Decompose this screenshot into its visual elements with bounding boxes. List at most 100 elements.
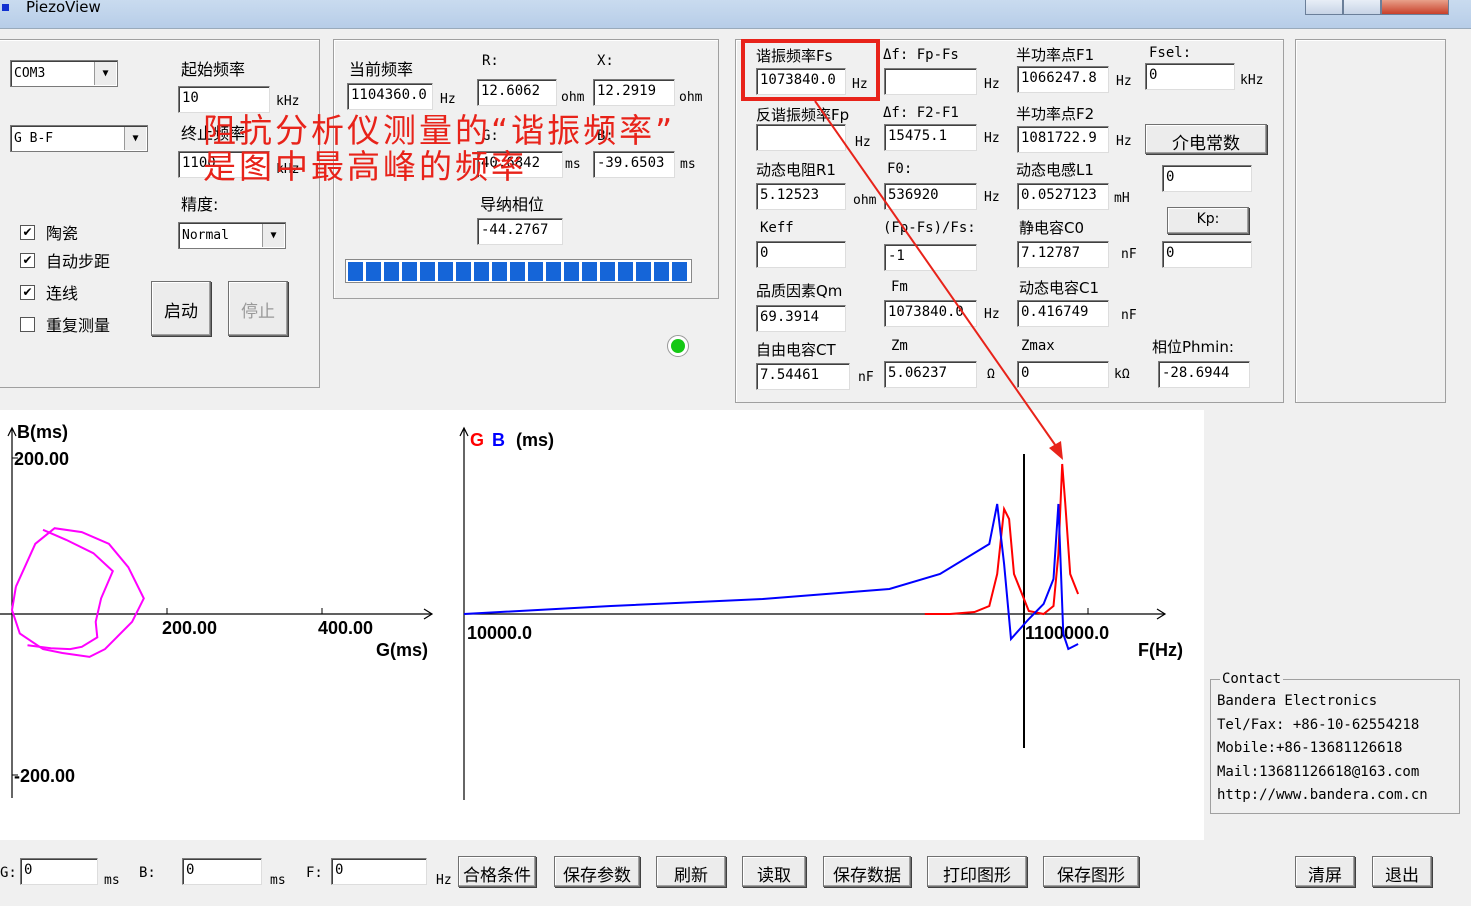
ms-unit: ms: [565, 157, 581, 172]
mode-value: G B-F: [14, 131, 54, 146]
nf-unit: nF: [858, 370, 874, 385]
pass-criteria-button[interactable]: 合格条件: [458, 856, 536, 887]
ohm-symbol: Ω: [987, 367, 995, 382]
bottom-b-input[interactable]: 0: [182, 858, 262, 885]
port-value: COM3: [14, 66, 46, 81]
precision-label: 精度:: [181, 195, 219, 214]
fp-value: [756, 124, 846, 151]
zm-label: Zm: [891, 338, 908, 354]
chevron-down-icon[interactable]: ▼: [124, 127, 146, 150]
chevron-down-icon[interactable]: ▼: [262, 224, 284, 247]
bottom-g-input[interactable]: 0: [20, 858, 98, 885]
check-box[interactable]: [20, 317, 35, 332]
gb-xtick-2: 400.00: [318, 618, 373, 638]
bottom-f-input[interactable]: 0: [331, 858, 427, 885]
save-data-button[interactable]: 保存数据: [823, 856, 911, 887]
progress-segment: [528, 262, 543, 281]
exit-button[interactable]: 退出: [1372, 856, 1432, 887]
f1-label: 半功率点F1: [1016, 46, 1095, 64]
gb-axes: [0, 426, 434, 798]
ohm-unit: ohm: [561, 90, 585, 105]
hz-unit: Hz: [984, 307, 1000, 322]
keff-label: Keff: [760, 220, 794, 236]
check-icon[interactable]: ✔: [20, 285, 35, 300]
gb-xlabel: G(ms): [376, 640, 428, 660]
fp-label: 反谐振频率Fp: [756, 106, 850, 124]
progress-segment: [564, 262, 579, 281]
maximize-button[interactable]: [1343, 0, 1381, 15]
save-graph-button[interactable]: 保存图形: [1043, 856, 1139, 887]
contact-company: Bandera Electronics: [1217, 693, 1378, 709]
df-f2-f1-value: 15475.1: [884, 124, 977, 151]
gb-series-1: [27, 528, 114, 651]
bottom-f-label: F:: [306, 865, 323, 881]
progress-segment: [546, 262, 561, 281]
gbf-xlabel: F(Hz): [1138, 640, 1183, 660]
start-freq-label: 起始频率: [181, 60, 246, 79]
hz-unit: Hz: [1116, 134, 1132, 149]
progress-segment: [582, 262, 597, 281]
gbf-axes: [459, 426, 1167, 800]
kp-button[interactable]: Kp:: [1167, 207, 1249, 234]
ms-unit: ms: [104, 873, 120, 888]
nf-unit: nF: [1121, 308, 1137, 323]
gbf-xtick-1: 10000.0: [467, 623, 532, 643]
window-title: PiezoView: [26, 0, 101, 16]
port-select[interactable]: COM3 ▼: [10, 60, 118, 87]
refresh-button[interactable]: 刷新: [656, 856, 726, 887]
mode-select[interactable]: G B-F ▼: [10, 125, 148, 152]
precision-value: Normal: [182, 228, 229, 243]
f1-value: 1066247.8: [1017, 66, 1109, 93]
keff-value: 0: [756, 241, 846, 268]
ms-unit: ms: [680, 157, 696, 172]
close-button[interactable]: [1381, 0, 1449, 15]
progress-segment: [474, 262, 489, 281]
progress-bar: [345, 259, 692, 283]
contact-lines: Bandera Electronics Tel/Fax: +86-10-6255…: [1217, 690, 1428, 808]
minimize-button[interactable]: [1305, 0, 1343, 15]
check-icon[interactable]: ✔: [20, 225, 35, 240]
dielectric-constant-button[interactable]: 介电常数: [1145, 124, 1267, 154]
r1-label: 动态电阻R1: [756, 161, 836, 179]
read-button[interactable]: 读取: [742, 856, 806, 887]
ohm-unit: ohm: [853, 193, 877, 208]
start-button[interactable]: 启动: [151, 281, 211, 336]
r-value: 12.6062: [477, 79, 557, 106]
clear-screen-button[interactable]: 清屏: [1295, 856, 1355, 887]
ct-value: 7.54461: [756, 363, 850, 390]
zm-value: 5.06237: [884, 361, 977, 388]
check-icon[interactable]: ✔: [20, 253, 35, 268]
fm-value: 1073840.0: [884, 300, 977, 327]
zmax-value: 0: [1017, 361, 1109, 388]
stop-button[interactable]: 停止: [228, 281, 288, 336]
b-value: -39.6503: [593, 151, 675, 178]
print-graph-button[interactable]: 打印图形: [927, 856, 1027, 887]
progress-segment: [492, 262, 507, 281]
df-fp-fs-label: Δf: Fp-Fs: [883, 47, 959, 63]
gbf-xtick-2: 1100000.0: [1025, 623, 1109, 643]
progress-segment: [510, 262, 525, 281]
kp-value: 0: [1162, 241, 1252, 268]
l1-label: 动态电感L1: [1016, 161, 1094, 179]
chevron-down-icon[interactable]: ▼: [94, 62, 116, 85]
save-params-button[interactable]: 保存参数: [554, 856, 640, 887]
bottom-b-label: B:: [139, 865, 156, 881]
app-icon: [2, 4, 9, 11]
qm-value: 69.3914: [756, 305, 846, 332]
r1-value: 5.12523: [756, 183, 846, 210]
fm-label: Fm: [891, 279, 908, 295]
gbf-curves: [463, 463, 1080, 651]
plot-area: B(ms) 200.00 -200.00 200.00 400.00 G(ms)…: [0, 410, 1204, 840]
nf-unit: nF: [1121, 247, 1137, 262]
annotation-line-2: 是图中最高峰的频率: [203, 147, 527, 186]
qm-label: 品质因素Qm: [756, 282, 843, 300]
precision-select[interactable]: Normal ▼: [178, 222, 286, 249]
gb-xtick-1: 200.00: [162, 618, 217, 638]
f2-value: 1081722.9: [1017, 126, 1109, 153]
khz-unit: kHz: [1240, 73, 1264, 88]
l1-value: 0.0527123: [1017, 183, 1109, 210]
checkbox-label: 陶瓷: [46, 224, 79, 243]
progress-segment: [600, 262, 615, 281]
fpfs-label: (Fp-Fs)/Fs:: [883, 220, 976, 236]
fsel-value: 0: [1145, 63, 1235, 90]
